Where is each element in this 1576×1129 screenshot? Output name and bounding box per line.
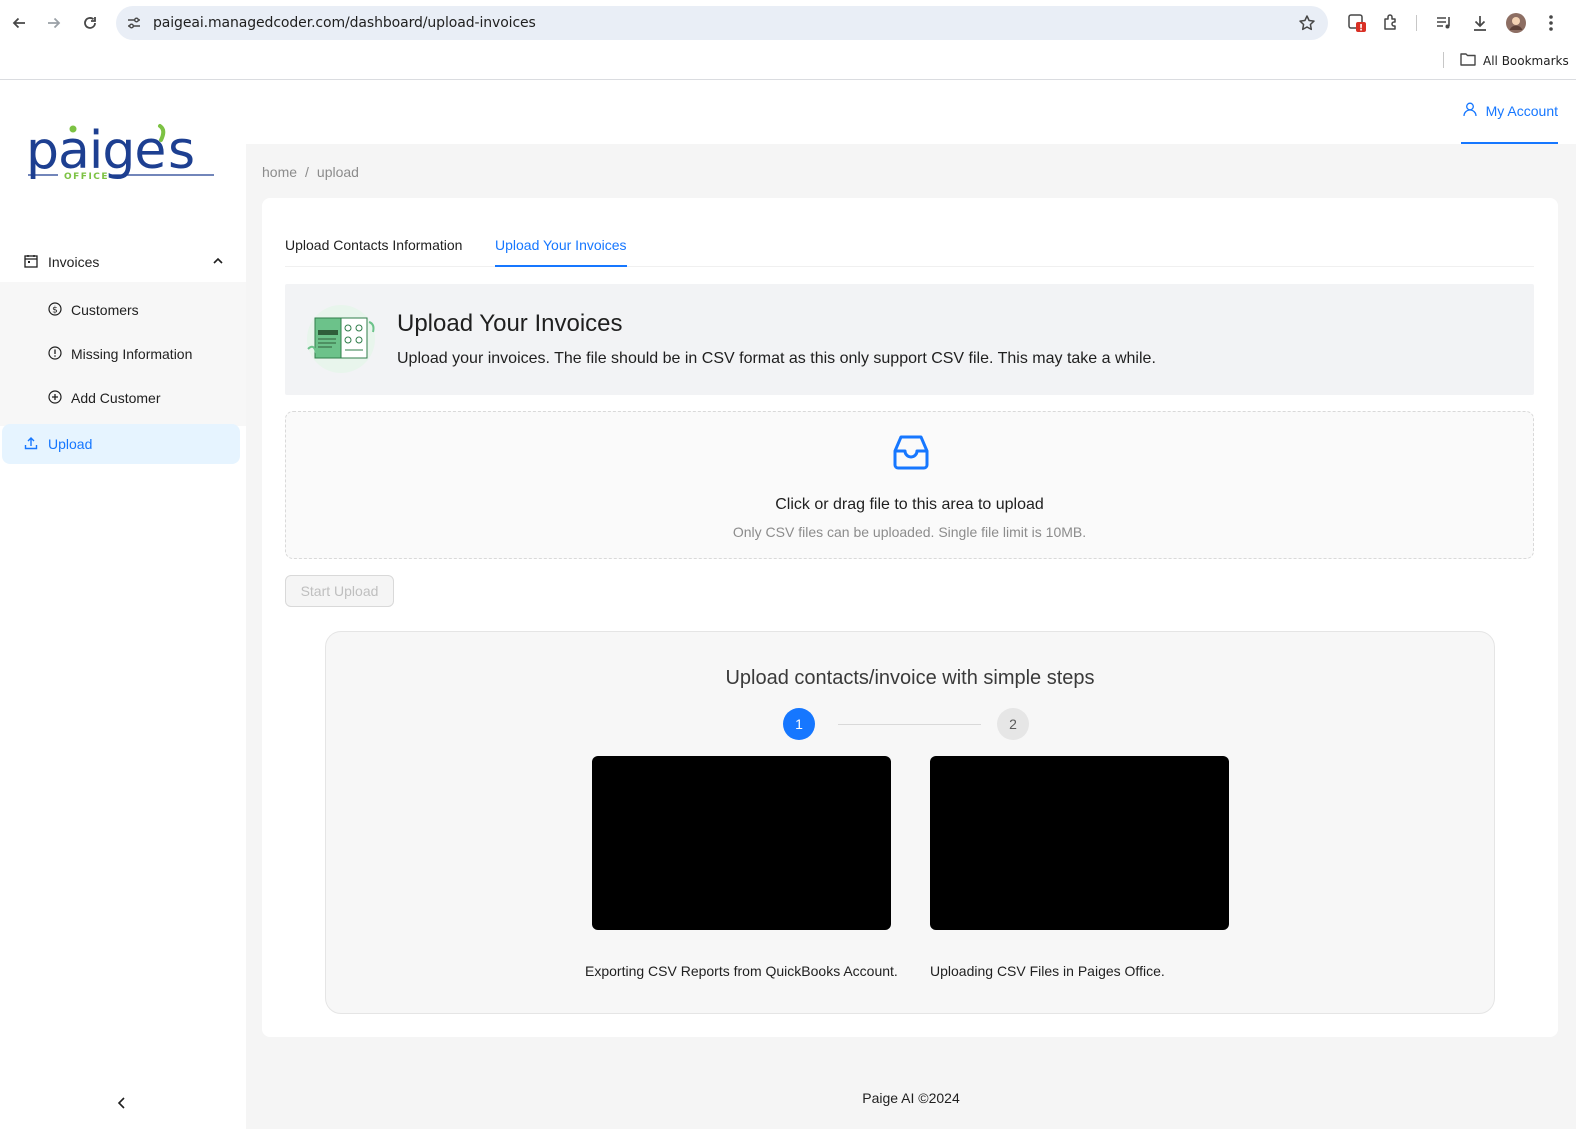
- site-settings-icon[interactable]: [126, 15, 142, 31]
- sidebar-item-upload[interactable]: Upload: [2, 424, 240, 464]
- sidebar-item-label: Upload: [48, 436, 93, 452]
- tab-upload-invoices[interactable]: Upload Your Invoices: [495, 237, 627, 267]
- media-queue-icon[interactable]: [1433, 12, 1455, 34]
- collapse-sidebar-chevron-left-icon[interactable]: [113, 1094, 131, 1112]
- bookmarks-divider: [1443, 52, 1444, 68]
- top-header: My Account: [246, 80, 1576, 144]
- breadcrumb-separator: /: [305, 164, 309, 180]
- profile-avatar-icon[interactable]: [1505, 12, 1527, 34]
- invoices-menu-label: Invoices: [48, 254, 100, 270]
- dropzone-main-text: Click or drag file to this area to uploa…: [775, 496, 1044, 513]
- plus-circle-icon: [48, 389, 62, 407]
- url-text[interactable]: paigeai.managedcoder.com/dashboard/uploa…: [153, 15, 536, 31]
- sidebar-item-label: Customers: [71, 302, 139, 318]
- invoices-menu-group: Invoices $ Customers Missing Information: [0, 242, 246, 426]
- sidebar: paige s OFFICE Invoices $ Customers Miss…: [0, 80, 246, 1129]
- paiges-office-logo[interactable]: paige s OFFICE: [26, 120, 216, 190]
- svg-text:s: s: [168, 121, 195, 181]
- bookmarks-bar: All Bookmarks: [0, 46, 1576, 80]
- step-2-video[interactable]: [930, 756, 1229, 930]
- page-footer: Paige AI ©2024: [862, 1090, 960, 1106]
- upload-card: Upload Contacts Information Upload Your …: [262, 198, 1558, 1037]
- steps-panel: Upload contacts/invoice with simple step…: [325, 631, 1495, 1014]
- my-account-menu[interactable]: My Account: [1460, 80, 1558, 144]
- info-description: Upload your invoices. The file should be…: [397, 350, 1156, 367]
- extension-alert-icon[interactable]: !: [1346, 12, 1368, 34]
- start-upload-button[interactable]: Start Upload: [285, 575, 394, 607]
- browser-menu-icon[interactable]: [1540, 12, 1562, 34]
- step-1-caption: Exporting CSV Reports from QuickBooks Ac…: [585, 963, 898, 979]
- extensions-puzzle-icon[interactable]: [1380, 12, 1402, 34]
- sidebar-item-customers[interactable]: $ Customers: [0, 290, 246, 330]
- upload-icon: [24, 436, 38, 453]
- exclamation-circle-icon: [48, 345, 62, 363]
- chevron-up-icon: [212, 254, 224, 270]
- bookmark-star-icon[interactable]: [1298, 14, 1316, 32]
- info-panel: Upload Your Invoices Upload your invoice…: [285, 284, 1534, 395]
- reload-icon[interactable]: [78, 11, 102, 35]
- svg-text:!: !: [1359, 24, 1363, 34]
- svg-text:OFFICE: OFFICE: [64, 172, 109, 182]
- step-2-indicator[interactable]: 2: [997, 708, 1029, 740]
- sidebar-item-missing-information[interactable]: Missing Information: [0, 334, 246, 374]
- back-icon[interactable]: [7, 11, 31, 35]
- downloads-icon[interactable]: [1469, 12, 1491, 34]
- calendar-icon: [24, 254, 38, 271]
- all-bookmarks-label: All Bookmarks: [1483, 53, 1569, 68]
- manual-illustration-icon: [303, 304, 379, 374]
- tab-upload-contacts[interactable]: Upload Contacts Information: [285, 237, 462, 265]
- inbox-icon: [891, 432, 931, 472]
- svg-text:$: $: [52, 305, 58, 315]
- breadcrumb-home[interactable]: home: [262, 164, 297, 180]
- address-bar[interactable]: paigeai.managedcoder.com/dashboard/uploa…: [116, 6, 1328, 40]
- dollar-circle-icon: $: [48, 301, 62, 319]
- sidebar-item-label: Missing Information: [71, 346, 193, 362]
- toolbar-divider: [1416, 15, 1417, 31]
- invoices-submenu: $ Customers Missing Information Add Cust…: [0, 282, 246, 426]
- step-connector: [838, 724, 981, 725]
- browser-toolbar: paigeai.managedcoder.com/dashboard/uploa…: [0, 0, 1576, 46]
- user-icon: [1462, 102, 1477, 120]
- file-dropzone[interactable]: Click or drag file to this area to uploa…: [285, 411, 1534, 559]
- app-shell: paige s OFFICE Invoices $ Customers Miss…: [0, 80, 1576, 1129]
- step-1-video[interactable]: [592, 756, 891, 930]
- upload-tabs: Upload Contacts Information Upload Your …: [285, 223, 1534, 267]
- dropzone-hint: Only CSV files can be uploaded. Single f…: [732, 524, 1087, 540]
- sidebar-item-add-customer[interactable]: Add Customer: [0, 378, 246, 418]
- all-bookmarks-button[interactable]: All Bookmarks: [1460, 52, 1569, 69]
- my-account-label: My Account: [1485, 103, 1558, 119]
- breadcrumb-current: upload: [316, 164, 359, 180]
- step-2-caption: Uploading CSV Files in Paiges Office.: [930, 963, 1165, 979]
- step-1-indicator[interactable]: 1: [783, 708, 815, 740]
- sidebar-item-label: Add Customer: [71, 390, 161, 406]
- breadcrumb: home / upload: [262, 164, 359, 180]
- forward-icon[interactable]: [42, 11, 66, 35]
- info-title: Upload Your Invoices: [397, 310, 623, 337]
- folder-icon: [1460, 52, 1476, 69]
- invoices-menu-toggle[interactable]: Invoices: [0, 242, 246, 282]
- steps-title: Upload contacts/invoice with simple step…: [725, 667, 1095, 689]
